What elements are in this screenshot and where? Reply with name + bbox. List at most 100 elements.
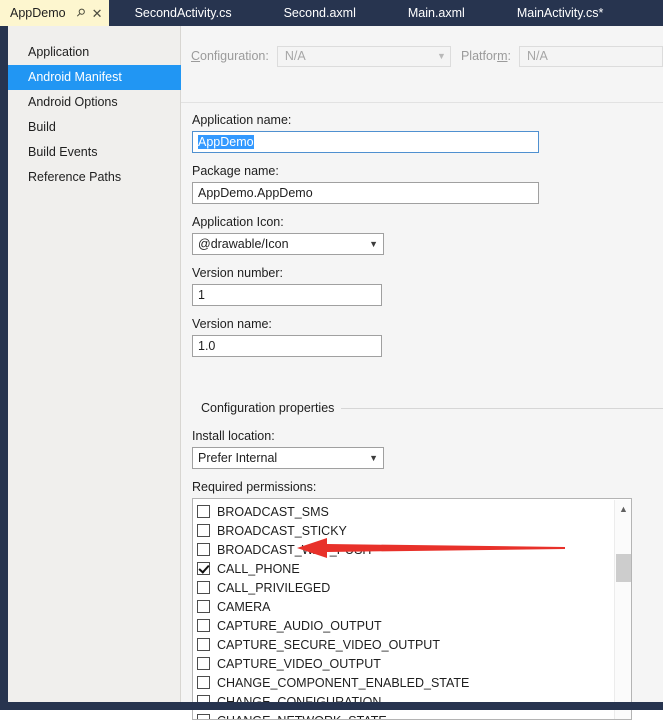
application-icon-label: Application Icon: xyxy=(192,215,652,229)
permission-label: CALL_PRIVILEGED xyxy=(217,581,330,595)
permission-row[interactable]: CAPTURE_SECURE_VIDEO_OUTPUT xyxy=(197,635,631,654)
sidebar-item-label: Reference Paths xyxy=(28,170,121,184)
chevron-down-icon: ▼ xyxy=(369,453,378,463)
tab-label: AppDemo xyxy=(10,0,66,26)
scrollbar-thumb[interactable] xyxy=(616,554,631,582)
version-number-label: Version number: xyxy=(192,266,652,280)
permission-label: CAPTURE_AUDIO_OUTPUT xyxy=(217,619,382,633)
version-number-value: 1 xyxy=(198,288,205,302)
package-name-label: Package name: xyxy=(192,164,652,178)
required-permissions-label: Required permissions: xyxy=(192,480,663,494)
platform-label: Platform: xyxy=(461,49,511,63)
permission-row[interactable]: CHANGE_COMPONENT_ENABLED_STATE xyxy=(197,673,631,692)
permission-row[interactable]: CAMERA xyxy=(197,597,631,616)
manifest-form: Application name: AppDemo Package name: … xyxy=(192,102,652,357)
checkbox-icon[interactable] xyxy=(197,524,210,537)
sidebar-item-android-manifest[interactable]: Android Manifest xyxy=(8,65,181,90)
chevron-up-icon[interactable]: ▲ xyxy=(615,500,632,517)
platform-value: N/A xyxy=(527,49,548,63)
sidebar-item-label: Android Manifest xyxy=(28,70,122,84)
version-number-input[interactable]: 1 xyxy=(192,284,382,306)
configuration-properties-group: Configuration properties Install locatio… xyxy=(192,401,663,720)
project-properties-sidebar: Application Android Manifest Android Opt… xyxy=(8,26,181,710)
sidebar-item-label: Build xyxy=(28,120,56,134)
sidebar-item-build-events[interactable]: Build Events xyxy=(8,140,180,165)
pin-icon[interactable]: ⚲ xyxy=(73,6,86,19)
application-name-value: AppDemo xyxy=(198,135,254,149)
permission-row[interactable]: BROADCAST_SMS xyxy=(197,502,631,521)
permission-row[interactable]: CALL_PRIVILEGED xyxy=(197,578,631,597)
checkbox-icon[interactable] xyxy=(197,600,210,613)
permission-row[interactable]: BROADCAST_STICKY xyxy=(197,521,631,540)
tab-mainactivity-cs[interactable]: MainActivity.cs* xyxy=(491,0,630,26)
sidebar-item-build[interactable]: Build xyxy=(8,115,180,140)
sidebar-item-label: Android Options xyxy=(28,95,118,109)
checkbox-icon[interactable] xyxy=(197,505,210,518)
close-icon[interactable]: ✕ xyxy=(92,7,103,20)
permission-label: CHANGE_COMPONENT_ENABLED_STATE xyxy=(217,676,469,690)
permission-row[interactable]: CALL_PHONE xyxy=(197,559,631,578)
permission-label: CAPTURE_SECURE_VIDEO_OUTPUT xyxy=(217,638,440,652)
platform-select: N/A xyxy=(519,46,663,67)
permission-label: CHANGE_NETWORK_STATE xyxy=(217,714,387,720)
sidebar-item-android-options[interactable]: Android Options xyxy=(8,90,180,115)
checkbox-icon[interactable] xyxy=(197,619,210,632)
permission-label: CAPTURE_VIDEO_OUTPUT xyxy=(217,657,381,671)
install-location-select[interactable]: Prefer Internal ▼ xyxy=(192,447,384,469)
application-icon-value: @drawable/Icon xyxy=(198,237,289,251)
status-bar xyxy=(0,702,663,710)
required-permissions-list[interactable]: BROADCAST_SMS BROADCAST_STICKY BROADCAST_W… xyxy=(192,498,632,720)
configuration-label: Configuration: xyxy=(191,49,269,63)
checkbox-icon[interactable] xyxy=(197,543,210,556)
tab-label: Second.axml xyxy=(284,0,356,26)
tab-secondactivity-cs[interactable]: SecondActivity.cs xyxy=(109,0,258,26)
version-name-input[interactable]: 1.0 xyxy=(192,335,382,357)
group-header: Configuration properties xyxy=(192,401,663,415)
checkbox-icon[interactable] xyxy=(197,581,210,594)
tab-second-axml[interactable]: Second.axml xyxy=(258,0,382,26)
checkbox-checked-icon[interactable] xyxy=(197,562,210,575)
tab-main-axml[interactable]: Main.axml xyxy=(382,0,491,26)
editor-tab-strip: AppDemo ⚲ ✕ SecondActivity.cs Second.axm… xyxy=(0,0,663,26)
permission-label: BROADCAST_STICKY xyxy=(217,524,347,538)
sidebar-item-label: Build Events xyxy=(28,145,97,159)
chevron-down-icon: ▼ xyxy=(369,239,378,249)
checkbox-icon[interactable] xyxy=(197,714,210,720)
permissions-scrollbar[interactable]: ▲ xyxy=(614,500,631,720)
package-name-input[interactable]: AppDemo.AppDemo xyxy=(192,182,539,204)
configuration-value: N/A xyxy=(285,49,306,63)
version-name-label: Version name: xyxy=(192,317,652,331)
package-name-value: AppDemo.AppDemo xyxy=(198,186,313,200)
application-icon-select[interactable]: @drawable/Icon ▼ xyxy=(192,233,384,255)
application-name-input[interactable]: AppDemo xyxy=(192,131,539,153)
group-divider xyxy=(341,408,663,409)
tab-label: MainActivity.cs* xyxy=(517,0,604,26)
version-name-value: 1.0 xyxy=(198,339,215,353)
left-rail xyxy=(0,26,8,710)
install-location-value: Prefer Internal xyxy=(198,451,277,465)
sidebar-item-application[interactable]: Application xyxy=(8,40,180,65)
configuration-row: Configuration: N/A ▼ Platform: N/A xyxy=(181,40,663,72)
permission-label: BROADCAST_SMS xyxy=(217,505,329,519)
android-manifest-pane: Configuration: N/A ▼ Platform: N/A Appli… xyxy=(181,26,663,710)
permission-rows: BROADCAST_SMS BROADCAST_STICKY BROADCAST_W… xyxy=(193,499,631,720)
tab-appdemo[interactable]: AppDemo ⚲ ✕ xyxy=(0,0,109,26)
sidebar-item-label: Application xyxy=(28,45,89,59)
permission-row[interactable]: CAPTURE_VIDEO_OUTPUT xyxy=(197,654,631,673)
checkbox-icon[interactable] xyxy=(197,638,210,651)
checkbox-icon[interactable] xyxy=(197,676,210,689)
sidebar-item-reference-paths[interactable]: Reference Paths xyxy=(8,165,180,190)
configuration-select: N/A ▼ xyxy=(277,46,451,67)
group-title: Configuration properties xyxy=(192,401,341,415)
permission-row[interactable]: BROADCAST_WAP_PUSH xyxy=(197,540,631,559)
tab-label: Main.axml xyxy=(408,0,465,26)
application-name-label: Application name: xyxy=(192,113,652,127)
chevron-down-icon: ▼ xyxy=(437,51,446,61)
permission-label: CALL_PHONE xyxy=(217,562,300,576)
tab-label: SecondActivity.cs xyxy=(135,0,232,26)
permission-row[interactable]: CHANGE_NETWORK_STATE xyxy=(197,711,631,720)
permission-label: CAMERA xyxy=(217,600,270,614)
install-location-label: Install location: xyxy=(192,429,663,443)
permission-row[interactable]: CAPTURE_AUDIO_OUTPUT xyxy=(197,616,631,635)
checkbox-icon[interactable] xyxy=(197,657,210,670)
